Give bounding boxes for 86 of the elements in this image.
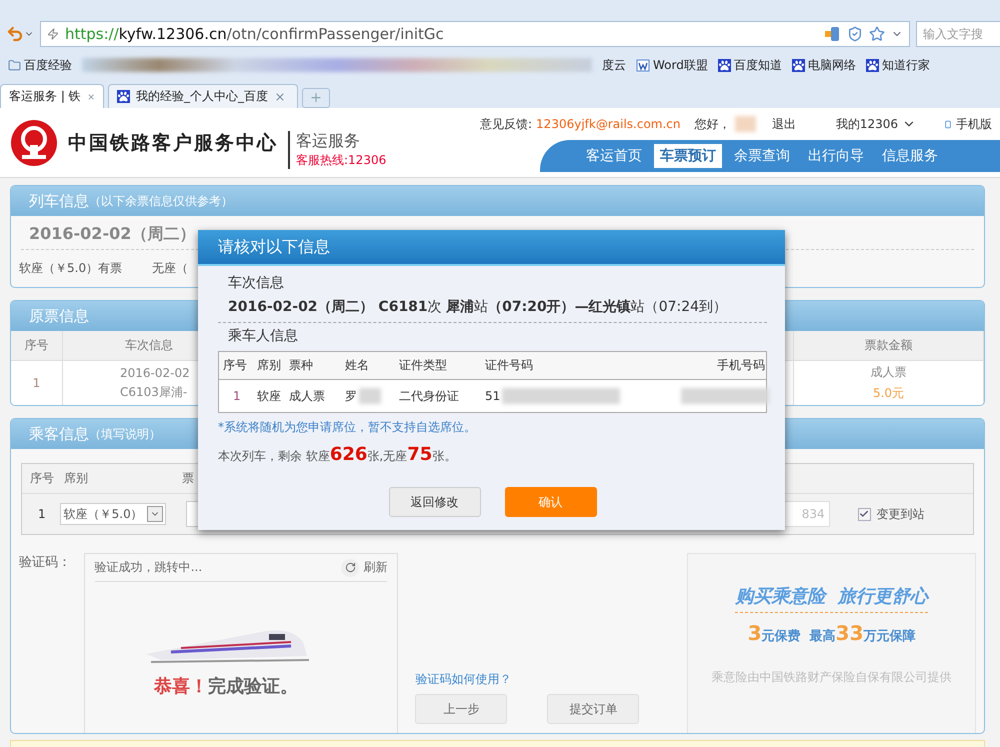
tab-title: 我的经验_个人中心_百度 xyxy=(136,88,268,105)
nav-item[interactable]: 车票预订 xyxy=(654,144,722,168)
paw-icon xyxy=(866,58,879,72)
reader-icon[interactable] xyxy=(823,26,841,42)
star-icon[interactable] xyxy=(869,26,885,42)
back-button[interactable]: 返回修改 xyxy=(388,487,480,517)
seat-availability: 软座（￥5.0）有票 xyxy=(19,260,122,277)
table-cell-text: 1 xyxy=(232,389,242,403)
congrats-text: 恭喜！ xyxy=(154,675,208,698)
nav-item[interactable]: 出行向导 xyxy=(802,144,870,168)
folder-icon xyxy=(8,58,21,72)
close-icon[interactable] xyxy=(274,90,286,102)
step-button[interactable]: 提交订单 xyxy=(547,694,640,724)
browser-tab[interactable]: 客运服务 | 铁 xyxy=(0,84,104,108)
document-icon xyxy=(636,58,650,72)
account-menu[interactable]: 我的12306 xyxy=(836,116,916,132)
price-text: 5.0元 xyxy=(872,385,904,402)
feedback-label: 意见反馈: xyxy=(480,116,532,132)
nav-item[interactable]: 信息服务 xyxy=(876,144,944,168)
verified-text: 完成验证。 xyxy=(208,675,298,698)
column-header: 席别 xyxy=(64,470,88,487)
insurance-headline: 购买乘意险 旅行更舒心 xyxy=(735,584,928,613)
captcha-label: 验证码： xyxy=(19,554,72,572)
back-button[interactable] xyxy=(6,25,34,43)
search-field[interactable]: 输入文字搜 xyxy=(916,21,1000,47)
column-header: 票款金额 xyxy=(794,331,984,361)
panel-title: 原票信息 xyxy=(29,306,89,326)
table-cell: 成人票 xyxy=(870,364,906,381)
nav-item[interactable]: 客运首页 xyxy=(580,144,648,168)
bookmark[interactable]: Word联盟 xyxy=(636,56,708,74)
undo-icon xyxy=(6,25,24,43)
hotline-text: 客服热线:12306 xyxy=(296,152,386,168)
bookmark[interactable]: 电脑网络 xyxy=(792,56,856,74)
bookmark[interactable]: 百度经验 xyxy=(8,56,72,74)
table-cell: 2016-02-02 xyxy=(120,366,190,380)
lightning-icon xyxy=(47,28,59,40)
refresh-icon xyxy=(341,558,360,576)
refresh-button[interactable]: 刷新 xyxy=(341,558,388,576)
redacted-mark xyxy=(734,116,756,132)
nav-item[interactable]: 余票查询 xyxy=(728,144,796,168)
remaining-tickets: 本次列车，剩余 软座626张,无座75张。 xyxy=(218,444,458,465)
insurance-offer: 3元保费 最高33万元保障 xyxy=(748,621,916,645)
column-header: 序号 xyxy=(11,331,63,361)
table-cell: C6103犀浦- xyxy=(120,384,188,400)
table-cell-text: 软座 xyxy=(257,388,282,404)
checkbox[interactable] xyxy=(858,508,871,520)
train-summary: 2016-02-02（周二） C6181次 犀浦站（07:20开）—红光镇站（07:24到） xyxy=(228,299,728,315)
shield-icon[interactable] xyxy=(847,26,863,42)
bookmark[interactable]: 知道行家 xyxy=(866,56,930,74)
dialog-title: 请核对以下信息 xyxy=(218,236,330,258)
table-cell: 罗 xyxy=(345,388,357,404)
table-cell: 1 xyxy=(11,361,63,405)
checkbox-label: 变更到站 xyxy=(876,506,925,522)
captcha-status: 验证成功，跳转中... xyxy=(94,559,202,576)
column-header: 序号 xyxy=(30,470,54,487)
address-bar[interactable]: https://kyfw.12306.cn/otn/confirmPassenger/initGc xyxy=(40,21,910,47)
table-cell-text: 成人票 xyxy=(289,388,326,404)
tab-title: 客运服务 | 铁 xyxy=(9,88,81,105)
railway-logo xyxy=(10,118,58,166)
section-title: 客运服务 xyxy=(296,130,361,152)
table-cell: 51 xyxy=(485,389,500,403)
mobile-link[interactable]: 手机版 xyxy=(956,116,992,132)
browser-tab[interactable]: 我的经验_个人中心_百度 xyxy=(108,84,298,108)
column-header: 票 xyxy=(182,470,194,487)
bookmark[interactable]: 度云 xyxy=(602,56,626,74)
redacted-mark xyxy=(359,388,381,404)
panel-title: 列车信息 xyxy=(29,192,89,210)
help-link[interactable]: 验证码如何使用？ xyxy=(415,671,688,688)
site-title: 中国铁路客户服务中心 xyxy=(68,130,278,156)
paw-icon xyxy=(792,58,805,72)
step-button[interactable]: 上一步 xyxy=(415,694,508,724)
insurance-provider: 乘意险由中国铁路财产保险自保有限公司提供 xyxy=(712,669,952,686)
panel-title: 乘客信息 xyxy=(29,424,89,444)
seat-notice: *系统将随机为您申请席位，暂不支持自选席位。 xyxy=(218,419,477,436)
paw-icon xyxy=(718,58,731,72)
train-date: 2016-02-02（周二） xyxy=(29,224,196,243)
bookmark[interactable]: 百度知道 xyxy=(718,56,782,74)
panel-note: （以下余票信息仅供参考） xyxy=(89,192,233,210)
section-heading: 车次信息 xyxy=(227,274,285,292)
seat-availability: 无座（ xyxy=(152,260,188,277)
table-cell-text: 二代身份证 xyxy=(399,388,460,404)
table-cell: 1 xyxy=(38,507,46,521)
seat-select[interactable]: 软座（￥5.0） xyxy=(60,503,166,525)
greeting-text: 您好， xyxy=(694,116,730,132)
logout-link[interactable]: 退出 xyxy=(772,116,796,132)
panel-note: （填写说明） xyxy=(89,426,161,442)
